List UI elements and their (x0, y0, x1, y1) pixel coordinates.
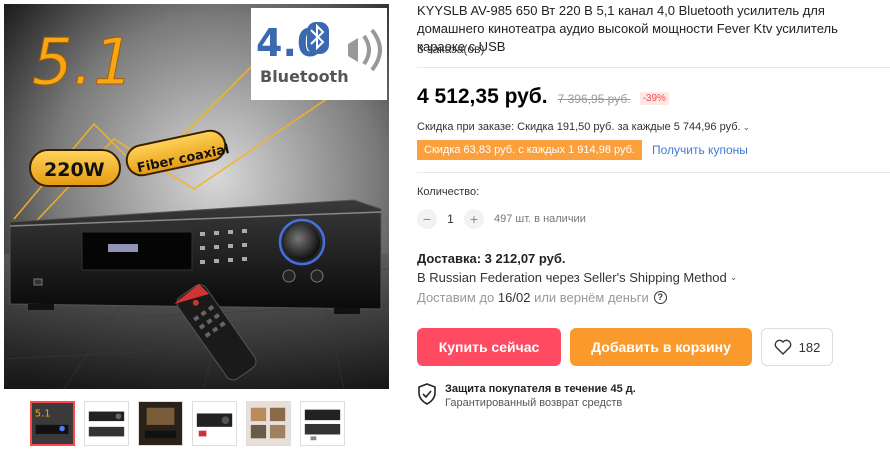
product-title: KYYSLB AV-985 650 Вт 220 В 5,1 канал 4,0… (417, 3, 838, 54)
thumbnail-3[interactable] (138, 401, 183, 446)
quantity-stepper: − 1 + 497 шт. в наличии (417, 209, 586, 229)
divider (417, 67, 890, 68)
add-to-cart-button[interactable]: Добавить в корзину (570, 328, 752, 366)
shield-check-icon (418, 383, 436, 405)
thumbnail-1[interactable]: 5.1 (30, 401, 75, 446)
stock-count: 497 шт. в наличии (494, 213, 586, 225)
help-icon[interactable]: ? (653, 291, 667, 304)
thumbnail-image (247, 402, 290, 445)
thumbnail-image (193, 402, 236, 445)
delivery-date: 16/02 (497, 290, 531, 305)
shipping-method-selector[interactable]: В Russian Federation через Seller's Ship… (417, 270, 737, 285)
buy-now-button[interactable]: Купить сейчас (417, 328, 561, 366)
thumbnail-6[interactable] (300, 401, 345, 446)
chevron-down-icon[interactable]: ⌄ (730, 272, 738, 283)
wishlist-count: 182 (798, 339, 821, 355)
chevron-down-icon[interactable]: ⌄ (743, 122, 751, 133)
coupon-row: Скидка 63,83 руб. с каждых 1 914,98 руб.… (417, 140, 748, 160)
order-discount-row[interactable]: Скидка при заказе: Скидка 191,50 руб. за… (417, 121, 750, 133)
thumbnail-4[interactable] (192, 401, 237, 446)
main-product-image[interactable]: 5.1 4.0 Bluetooth 220W Fiber coaxial (4, 4, 389, 389)
shipping-method-text: В Russian Federation через Seller's Ship… (417, 270, 727, 285)
protection-subtitle: Гарантированный возврат средств (445, 397, 623, 409)
quantity-increase-button[interactable]: + (464, 209, 484, 229)
power-badge: 220W (29, 149, 121, 187)
thumbnail-image (301, 402, 344, 445)
action-buttons: Купить сейчас Добавить в корзину 182 (417, 328, 833, 366)
current-price: 4 512,35 руб. (417, 85, 548, 108)
price-row: 4 512,35 руб. 7 396,95 руб. -39% (417, 85, 669, 109)
quantity-input[interactable]: 1 (437, 212, 464, 226)
divider (417, 172, 890, 173)
heart-icon (774, 339, 792, 355)
discount-badge: -39% (639, 92, 669, 105)
orders-count: 3 заказа(ов) (417, 42, 485, 56)
thumbnail-strip: 5.1 (30, 401, 345, 449)
amplifier-product-photo: 5.1 4.0 Bluetooth 220W Fiber coaxial (4, 4, 389, 389)
thumbnail-image (85, 402, 128, 445)
get-coupons-link[interactable]: Получить купоны (652, 143, 748, 157)
bluetooth-brand-label: Bluetooth (260, 67, 349, 86)
power-label: 220W (44, 159, 105, 181)
thumbnail-5[interactable] (246, 401, 291, 446)
quantity-label: Количество: (417, 186, 480, 198)
svg-text:5.1: 5.1 (35, 409, 51, 420)
thumbnail-image (139, 402, 182, 445)
coupon-tag[interactable]: Скидка 63,83 руб. с каждых 1 914,98 руб. (417, 140, 642, 160)
thumbnail-image: 5.1 (32, 403, 73, 444)
thumbnail-2[interactable] (84, 401, 129, 446)
buyer-protection: Защита покупателя в течение 45 д. Гарант… (417, 383, 636, 409)
delivery-date-row: Доставим до 16/02 или вернём деньги ? (417, 290, 667, 305)
delivery-suffix: или вернём деньги (534, 290, 649, 305)
bluetooth-icon (307, 22, 329, 54)
delivery-prefix: Доставим до (417, 290, 495, 305)
wishlist-button[interactable]: 182 (761, 328, 833, 366)
quantity-decrease-button[interactable]: − (417, 209, 437, 229)
protection-title: Защита покупателя в течение 45 д. (445, 383, 636, 395)
old-price: 7 396,95 руб. (557, 92, 631, 106)
surround-label: 5.1 (32, 26, 134, 100)
shipping-cost: Доставка: 3 212,07 руб. (417, 251, 566, 266)
order-discount-text: Скидка при заказе: Скидка 191,50 руб. за… (417, 121, 741, 133)
